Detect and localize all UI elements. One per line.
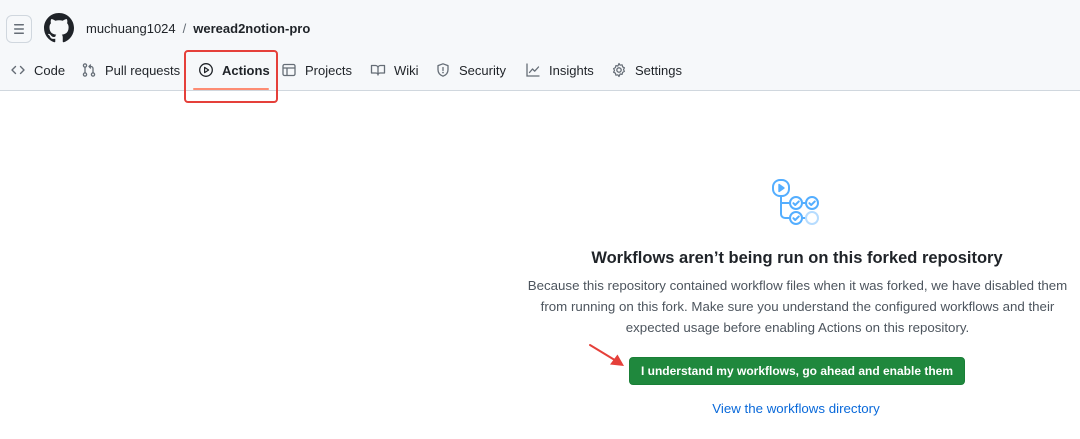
tab-security[interactable]: Security	[435, 60, 506, 80]
tab-wiki-label: Wiki	[394, 62, 419, 78]
tab-code[interactable]: Code	[10, 60, 65, 80]
workflow-icon	[772, 179, 819, 225]
enable-workflows-button[interactable]: I understand my workflows, go ahead and …	[629, 357, 965, 385]
tab-settings-label: Settings	[635, 62, 682, 78]
top-bar: muchuang1024 / weread2notion-pro	[0, 0, 1080, 56]
workflows-directory-link[interactable]: View the workflows directory	[620, 400, 972, 418]
tab-wiki[interactable]: Wiki	[370, 60, 419, 80]
annotation-arrow-icon	[589, 344, 624, 366]
github-logo-icon[interactable]	[44, 13, 74, 43]
empty-state-description: Because this repository contained workfl…	[505, 275, 1080, 338]
tab-pull-requests[interactable]: Pull requests	[81, 60, 180, 80]
tab-pull-requests-label: Pull requests	[105, 62, 181, 78]
code-icon	[11, 65, 25, 75]
graph-icon	[526, 63, 540, 77]
shield-icon	[437, 63, 449, 77]
empty-state-title: Workflows aren’t being run on this forke…	[591, 249, 1003, 267]
breadcrumb-separator: /	[182, 21, 187, 36]
breadcrumb-owner-link[interactable]: muchuang1024	[86, 20, 176, 38]
repo-header: muchuang1024 / weread2notion-pro Code Pu…	[0, 0, 1080, 91]
tab-projects[interactable]: Projects	[281, 60, 352, 80]
description-line: expected usage before enabling Actions o…	[625, 320, 970, 335]
git-pull-request-icon	[82, 63, 96, 77]
annotation-highlight-box	[184, 50, 278, 103]
tab-security-label: Security	[459, 62, 506, 78]
tab-insights[interactable]: Insights	[525, 60, 594, 80]
tab-insights-label: Insights	[549, 62, 594, 78]
breadcrumb-repo-link[interactable]: weread2notion-pro	[193, 20, 310, 38]
hamburger-menu-button[interactable]	[6, 15, 32, 43]
hamburger-icon	[14, 24, 24, 34]
breadcrumb: muchuang1024 / weread2notion-pro	[86, 20, 310, 38]
description-line: from running on this fork. Make sure you…	[540, 299, 1055, 314]
tab-projects-label: Projects	[305, 62, 352, 78]
tab-settings[interactable]: Settings	[611, 60, 682, 80]
gear-icon	[613, 62, 625, 78]
tab-code-label: Code	[34, 62, 66, 78]
description-line: Because this repository contained workfl…	[527, 278, 1068, 293]
book-icon	[370, 64, 386, 76]
table-icon	[282, 63, 296, 77]
